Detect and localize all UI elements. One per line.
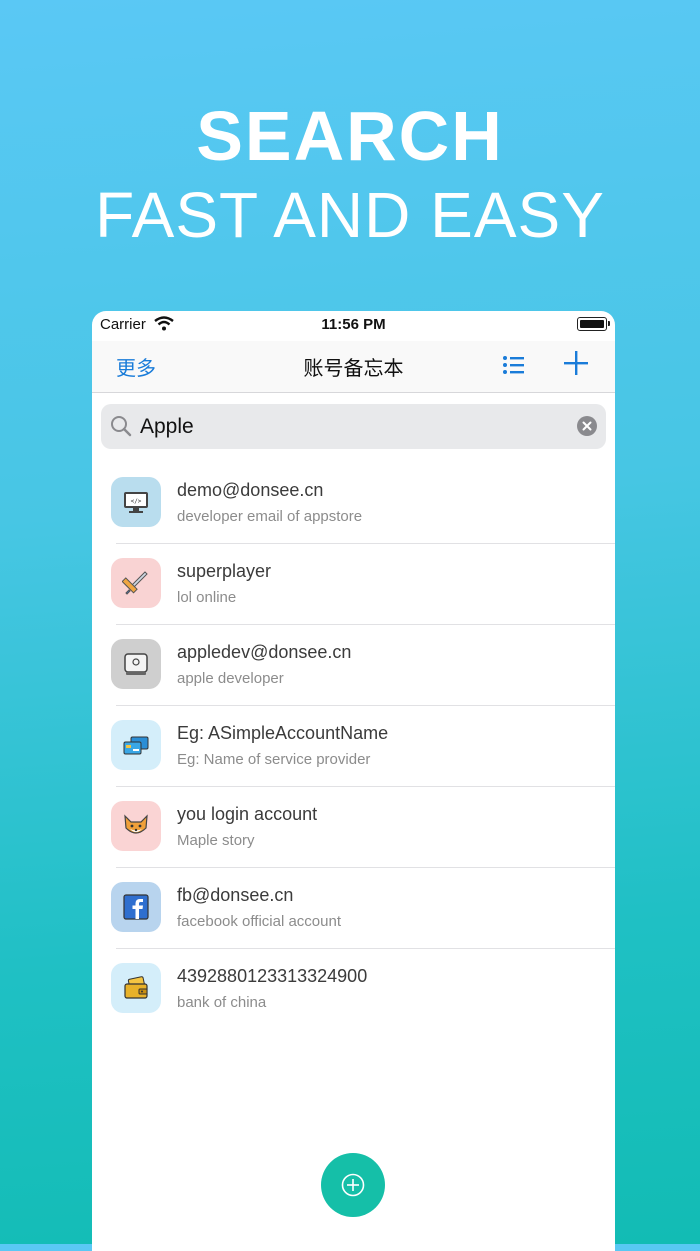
page-title: 账号备忘本 — [303, 358, 404, 380]
account-title: 4392880123313324900 — [177, 966, 368, 986]
phone-screen: Carrier 11:56 PM 更多 账号备忘本 Apple </> demo… — [92, 311, 615, 1251]
cards-icon — [111, 720, 161, 770]
account-subtitle: facebook official account — [177, 913, 341, 930]
account-title: superplayer — [177, 561, 272, 581]
account-title: demo@donsee.cn — [177, 480, 324, 500]
account-row[interactable]: fb@donsee.cn facebook official account — [92, 868, 615, 949]
account-row[interactable]: appledev@donsee.cn apple developer — [92, 625, 615, 706]
search-query[interactable]: Apple — [140, 415, 194, 439]
account-subtitle: bank of china — [177, 994, 267, 1011]
account-subtitle: developer email of appstore — [177, 508, 363, 525]
add-circle-icon[interactable] — [321, 1153, 385, 1217]
account-row[interactable]: 4392880123313324900 bank of china — [92, 949, 615, 1030]
promo-subheadline: FAST AND EASY — [95, 179, 605, 251]
mac-mini-icon — [111, 639, 161, 689]
search-area: Apple — [92, 393, 615, 463]
account-subtitle: lol online — [177, 589, 237, 606]
nav-bar: 更多 账号备忘本 — [92, 341, 615, 393]
account-row[interactable]: </> demo@donsee.cn developer email of ap… — [92, 463, 615, 544]
svg-text:</>: </> — [131, 498, 142, 505]
promo-headline: SEARCH — [196, 97, 504, 175]
search-icon — [110, 415, 132, 442]
account-row[interactable]: you login account Maple story — [92, 787, 615, 868]
account-title: you login account — [177, 804, 318, 824]
facebook-icon — [111, 882, 161, 932]
battery-icon — [577, 317, 610, 331]
monitor-code-icon: </> — [111, 477, 161, 527]
wallet-icon — [111, 963, 161, 1013]
account-row[interactable]: Eg: ASimpleAccountName Eg: Name of servi… — [92, 706, 615, 787]
account-subtitle: Eg: Name of service provider — [177, 751, 371, 768]
account-row[interactable]: superplayer lol online — [92, 544, 615, 625]
account-subtitle: Maple story — [177, 832, 255, 849]
clear-icon[interactable] — [577, 416, 597, 441]
account-subtitle: apple developer — [177, 670, 284, 687]
account-title: fb@donsee.cn — [177, 885, 294, 905]
account-list: </> demo@donsee.cn developer email of ap… — [92, 463, 615, 1030]
sword-icon — [111, 558, 161, 608]
fox-icon — [111, 801, 161, 851]
list-icon[interactable] — [502, 353, 526, 382]
status-time: 11:56 PM — [321, 316, 386, 333]
account-title: Eg: ASimpleAccountName — [177, 723, 389, 743]
plus-icon[interactable] — [562, 349, 590, 382]
status-bar: Carrier 11:56 PM — [92, 311, 615, 341]
account-title: appledev@donsee.cn — [177, 642, 352, 662]
search-input[interactable]: Apple — [101, 404, 606, 449]
